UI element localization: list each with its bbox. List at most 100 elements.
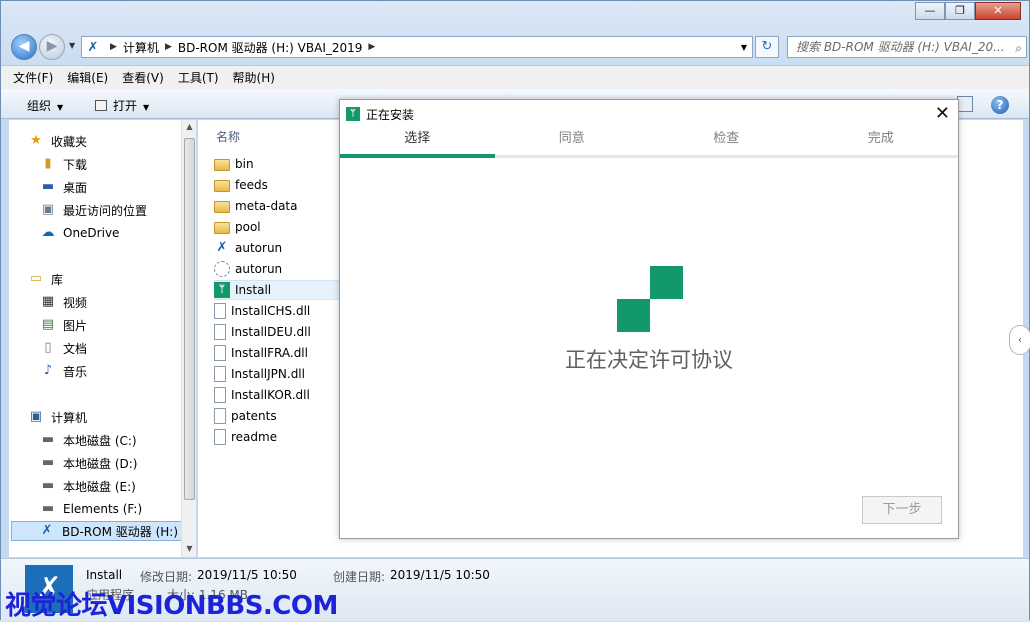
file-name: InstallKOR.dll xyxy=(231,388,310,402)
folder-icon xyxy=(214,159,230,171)
downloads-folder-icon: ▮ xyxy=(44,156,52,171)
nav-item-drive-h[interactable]: ✗ BD-ROM 驱动器 (H:) xyxy=(11,521,183,541)
nav-item-recent[interactable]: ▣ 最近访问的位置 xyxy=(39,200,147,220)
nav-libraries[interactable]: ▭ 库 xyxy=(27,269,63,289)
pictures-icon: ▤ xyxy=(41,317,55,332)
address-bar[interactable]: ✗ ▶ 计算机 ▶ BD-ROM 驱动器 (H:) VBAI_2019 ▶ ▼ xyxy=(81,36,753,58)
file-row[interactable]: meta-data xyxy=(214,196,340,216)
nav-label: 下载 xyxy=(63,157,88,172)
dialog-close-button[interactable]: ✕ xyxy=(935,104,950,124)
dll-icon xyxy=(214,303,226,319)
file-row[interactable]: InstallDEU.dll xyxy=(214,322,340,342)
video-icon: ▦ xyxy=(41,294,55,309)
details-file-name: Install xyxy=(86,568,123,582)
scroll-up-icon[interactable]: ▲ xyxy=(182,122,197,131)
open-button[interactable]: 打开 ▼ xyxy=(95,97,149,114)
organize-button[interactable]: 组织 ▼ xyxy=(27,97,63,114)
breadcrumb-drive[interactable]: BD-ROM 驱动器 (H:) VBAI_2019 xyxy=(178,39,363,56)
refresh-button[interactable]: ↻ xyxy=(755,36,779,58)
nav-item-desktop[interactable]: ▬ 桌面 xyxy=(39,177,87,197)
nav-item-drive-f[interactable]: ▬ Elements (F:) xyxy=(39,499,142,519)
recent-places-icon: ▣ xyxy=(41,202,55,217)
file-name: feeds xyxy=(235,178,268,192)
search-input[interactable]: 搜索 BD-ROM 驱动器 (H:) VBAI_20... ⌕ xyxy=(787,36,1027,58)
drive-icon: ▬ xyxy=(41,501,55,516)
nav-label: OneDrive xyxy=(63,226,120,240)
nav-item-onedrive[interactable]: ☁ OneDrive xyxy=(39,223,120,243)
scroll-down-icon[interactable]: ▼ xyxy=(182,544,197,553)
watermark: 视觉论坛VISIONBBS.COM xyxy=(5,591,338,621)
file-name: Install xyxy=(235,283,272,297)
loading-icon xyxy=(617,266,683,332)
nav-item-videos[interactable]: ▦ 视频 xyxy=(39,292,87,312)
file-name: bin xyxy=(235,157,254,171)
minimize-button[interactable]: — xyxy=(915,2,945,20)
menu-edit[interactable]: 编辑(E) xyxy=(67,69,108,86)
file-row[interactable]: bin xyxy=(214,154,340,174)
next-button[interactable]: 下一步 xyxy=(862,496,942,524)
file-row[interactable]: InstallFRA.dll xyxy=(214,343,340,363)
menu-file[interactable]: 文件(F) xyxy=(13,69,53,86)
nav-item-drive-c[interactable]: ▬ 本地磁盘 (C:) xyxy=(39,430,137,450)
dialog-title-bar: ᛘ 正在安装 xyxy=(340,100,958,128)
nav-item-music[interactable]: ♪ 音乐 xyxy=(39,361,87,381)
back-button[interactable]: ◀ xyxy=(11,34,37,60)
search-icon[interactable]: ⌕ xyxy=(1015,38,1022,58)
forward-button[interactable]: ▶ xyxy=(39,34,65,60)
file-row[interactable]: InstallKOR.dll xyxy=(214,385,340,405)
dll-icon xyxy=(214,324,226,340)
scroll-thumb[interactable] xyxy=(184,138,195,500)
help-icon[interactable]: ? xyxy=(991,96,1009,114)
maximize-button[interactable]: ❐ xyxy=(945,2,975,20)
details-modified-label: 修改日期: xyxy=(140,570,193,584)
file-row[interactable]: InstallJPN.dll xyxy=(214,364,340,384)
system-drive-icon: ▬ xyxy=(41,432,55,447)
step-select: 选择 xyxy=(340,128,495,158)
menu-help[interactable]: 帮助(H) xyxy=(233,69,275,86)
nav-item-downloads[interactable]: ▮ 下载 xyxy=(39,154,87,174)
expand-pane-button[interactable]: ‹ xyxy=(1009,325,1030,355)
dialog-title: 正在安装 xyxy=(366,107,415,122)
nav-computer[interactable]: ▣ 计算机 xyxy=(27,407,87,427)
nav-favorites[interactable]: ★ 收藏夹 xyxy=(27,131,87,151)
address-dropdown-icon[interactable]: ▼ xyxy=(736,43,752,52)
back-arrow-icon: ◀ xyxy=(18,38,30,54)
chevron-right-icon[interactable]: ▶ xyxy=(368,42,375,52)
nav-item-drive-e[interactable]: ▬ 本地磁盘 (E:) xyxy=(39,476,136,496)
ni-drive-icon: ✗ xyxy=(41,523,53,538)
step-tabs: 选择 同意 检查 完成 xyxy=(340,128,958,158)
file-row[interactable]: ✗ autorun xyxy=(214,238,340,258)
folder-icon xyxy=(214,222,230,234)
file-row[interactable]: patents xyxy=(214,406,340,426)
file-row[interactable]: InstallCHS.dll xyxy=(214,301,340,321)
column-header-name[interactable]: 名称 xyxy=(216,128,240,145)
file-row[interactable]: ᛘ Install xyxy=(214,280,340,300)
step-review: 检查 xyxy=(713,131,740,146)
nav-label: 视频 xyxy=(63,295,88,310)
nav-item-pictures[interactable]: ▤ 图片 xyxy=(39,315,87,335)
nav-label: 计算机 xyxy=(51,410,88,425)
open-icon xyxy=(95,100,107,111)
menu-view[interactable]: 查看(V) xyxy=(122,69,164,86)
chevron-right-icon[interactable]: ▶ xyxy=(110,42,117,52)
close-button[interactable]: ✕ xyxy=(975,2,1021,20)
preview-pane-button[interactable] xyxy=(957,96,973,112)
nav-label: 收藏夹 xyxy=(51,134,88,149)
file-row[interactable]: autorun xyxy=(214,259,340,279)
breadcrumb-computer[interactable]: 计算机 xyxy=(123,39,159,56)
nav-label: 本地磁盘 (D:) xyxy=(63,456,138,471)
file-row[interactable]: feeds xyxy=(214,175,340,195)
recent-pages-dropdown-icon[interactable]: ▼ xyxy=(69,41,75,50)
nav-item-drive-d[interactable]: ▬ 本地磁盘 (D:) xyxy=(39,453,138,473)
file-row[interactable]: pool xyxy=(214,217,340,237)
chevron-right-icon[interactable]: ▶ xyxy=(165,42,172,52)
details-modified-value: 2019/11/5 10:50 xyxy=(197,568,297,582)
dll-icon xyxy=(214,345,226,361)
nav-scrollbar[interactable]: ▲ ▼ xyxy=(181,120,196,557)
drive-icon: ▬ xyxy=(41,455,55,470)
menu-tools[interactable]: 工具(T) xyxy=(178,69,219,86)
file-row[interactable]: readme xyxy=(214,427,340,447)
computer-icon: ▣ xyxy=(29,409,43,424)
nav-label: 本地磁盘 (E:) xyxy=(63,479,136,494)
nav-item-documents[interactable]: ▯ 文档 xyxy=(39,338,87,358)
